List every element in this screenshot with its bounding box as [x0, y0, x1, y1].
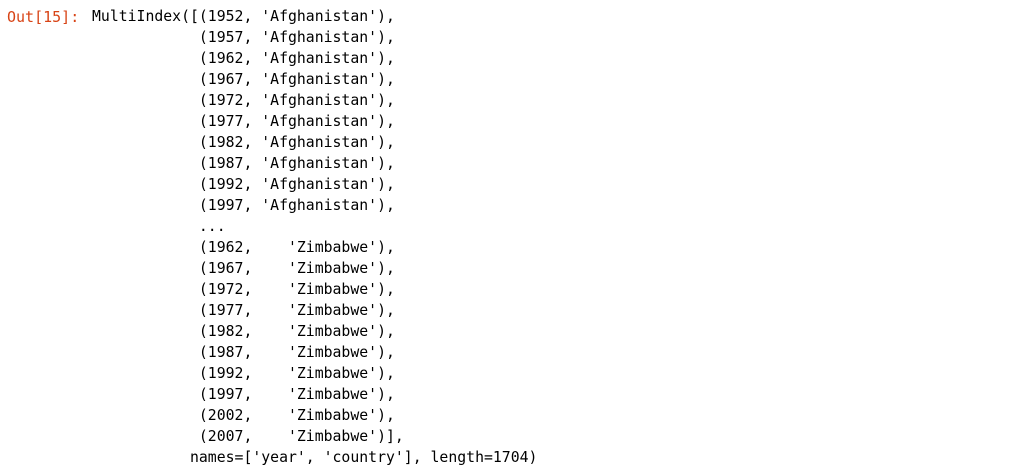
output-cell: Out[15]: MultiIndex([(1952, 'Afghanistan…: [0, 0, 1024, 475]
output-line: (1987, 'Zimbabwe'),: [92, 344, 395, 361]
output-line: (1977, 'Afghanistan'),: [92, 113, 395, 130]
output-names-line: names=['year', 'country'], length=1704): [92, 449, 538, 466]
output-line: (1997, 'Zimbabwe'),: [92, 386, 395, 403]
output-line: (1982, 'Afghanistan'),: [92, 134, 395, 151]
output-line: (2002, 'Zimbabwe'),: [92, 407, 395, 424]
output-line: (1977, 'Zimbabwe'),: [92, 302, 395, 319]
output-line: (1962, 'Zimbabwe'),: [92, 239, 395, 256]
output-line: (2007, 'Zimbabwe')],: [92, 428, 404, 445]
output-ellipsis-line: ...: [92, 218, 226, 235]
output-line: (1972, 'Afghanistan'),: [92, 92, 395, 109]
output-line: (1967, 'Zimbabwe'),: [92, 260, 395, 277]
output-line: (1957, 'Afghanistan'),: [92, 29, 395, 46]
output-line: (1972, 'Zimbabwe'),: [92, 281, 395, 298]
output-line: (1997, 'Afghanistan'),: [92, 197, 395, 214]
output-prompt: Out[15]:: [7, 8, 80, 26]
output-line: (1982, 'Zimbabwe'),: [92, 323, 395, 340]
output-line: (1987, 'Afghanistan'),: [92, 155, 395, 172]
output-line: (1967, 'Afghanistan'),: [92, 71, 395, 88]
output-text[interactable]: MultiIndex([(1952, 'Afghanistan'), (1957…: [92, 6, 537, 468]
output-line: MultiIndex([(1952, 'Afghanistan'),: [92, 8, 395, 25]
output-line: (1962, 'Afghanistan'),: [92, 50, 395, 67]
output-line: (1992, 'Afghanistan'),: [92, 176, 395, 193]
output-line: (1992, 'Zimbabwe'),: [92, 365, 395, 382]
